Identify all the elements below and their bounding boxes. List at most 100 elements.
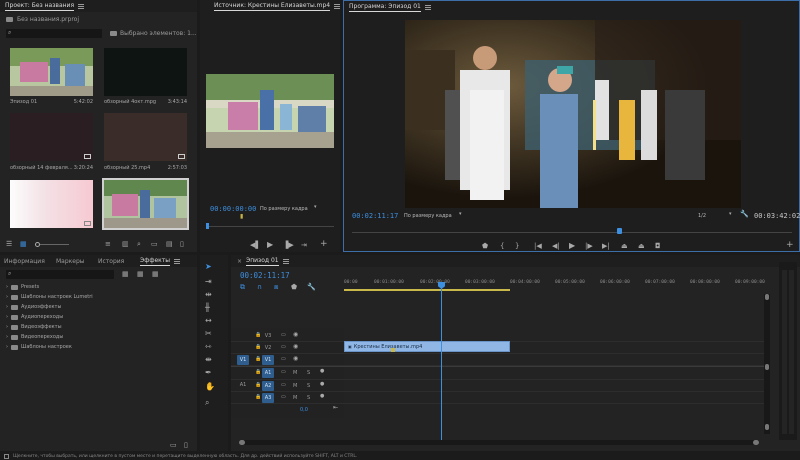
menu-icon[interactable] <box>78 3 85 9</box>
master-volume[interactable]: 0,0 <box>300 407 308 413</box>
sync-lock-icon[interactable]: ▭ <box>281 395 286 400</box>
scroll-handle[interactable] <box>765 294 769 300</box>
track-v1-label[interactable]: V1 <box>262 355 274 365</box>
bin-icon[interactable] <box>110 31 117 36</box>
mute-button[interactable]: M <box>293 370 297 376</box>
tab-markers[interactable]: Маркеры <box>56 258 98 265</box>
trash-icon[interactable]: ▯ <box>184 442 188 449</box>
scroll-handle-left[interactable] <box>239 440 245 445</box>
wrench-icon[interactable]: 🔧 <box>740 211 749 218</box>
solo-button[interactable]: S <box>307 370 310 376</box>
thumb-episode[interactable] <box>10 48 93 96</box>
step-back-icon[interactable]: ◀| <box>552 243 560 250</box>
menu-icon[interactable] <box>424 4 431 10</box>
program-playhead[interactable] <box>617 228 622 234</box>
sync-lock-icon[interactable]: ▭ <box>281 370 286 375</box>
program-fit-dropdown[interactable]: По размеру кадра <box>404 213 452 219</box>
lock-icon[interactable]: 🔒 <box>255 345 261 350</box>
play-icon[interactable]: ▶ <box>267 241 273 249</box>
timeline-playhead[interactable] <box>441 282 442 442</box>
go-to-out-icon[interactable]: ▶| <box>602 243 610 250</box>
slide-tool-icon[interactable]: ⇼ <box>205 355 212 364</box>
sync-lock-icon[interactable]: ▭ <box>281 383 286 388</box>
mark-in-icon[interactable]: { <box>500 243 504 250</box>
effects-folder-lumetri[interactable]: › Шаблоны настроек Lumetri <box>6 294 93 300</box>
quality-dropdown[interactable]: 1/2 <box>698 213 706 219</box>
sync-lock-icon[interactable]: ▭ <box>281 357 286 362</box>
menu-icon[interactable] <box>282 258 289 264</box>
voice-over-icon[interactable]: ● <box>320 382 324 387</box>
menu-icon[interactable] <box>174 258 180 264</box>
project-panel-title[interactable]: Проект: Без названия <box>5 2 75 11</box>
thumb-clip-6-selected[interactable] <box>102 178 189 230</box>
zoom-slider-handle[interactable] <box>35 242 40 247</box>
track-v2-label[interactable]: V2 <box>262 343 274 353</box>
thumb-clip-5[interactable] <box>10 180 93 228</box>
search-icon[interactable]: ⌕ <box>137 241 141 248</box>
program-scrubber[interactable] <box>352 228 792 234</box>
selection-tool-icon[interactable]: ➤ <box>205 262 212 271</box>
list-view-icon[interactable]: ☰ <box>6 241 12 248</box>
zoom-tool-icon[interactable]: ⌕ <box>205 398 209 408</box>
timeline-horizontal-scrollbar[interactable] <box>239 440 759 445</box>
source-fit-dropdown[interactable]: По размеру кадра <box>260 206 308 212</box>
pen-tool-icon[interactable]: ✒ <box>205 368 212 377</box>
overwrite-icon[interactable]: ⇥ <box>301 242 307 249</box>
lock-icon[interactable]: 🔒 <box>255 370 261 375</box>
new-bin-icon[interactable]: ▭ <box>170 442 177 449</box>
razor-tool-icon[interactable]: ✂ <box>205 329 212 338</box>
solo-button[interactable]: S <box>307 395 310 401</box>
sort-icon[interactable]: ≡ <box>105 241 111 248</box>
zoom-slider[interactable] <box>35 242 69 247</box>
program-title[interactable]: Программа: Эпизод 01 <box>349 3 421 12</box>
eye-icon[interactable]: ◉ <box>293 356 298 362</box>
tab-history[interactable]: История <box>98 258 140 265</box>
timeline-title[interactable]: Эпизод 01 <box>246 257 279 266</box>
magnet-icon[interactable]: ∩ <box>257 284 262 291</box>
effects-folder-video-effects[interactable]: › Видеоэффекты <box>6 324 62 330</box>
lock-icon[interactable]: 🔒 <box>255 383 261 388</box>
lock-icon[interactable]: 🔒 <box>255 395 261 400</box>
hand-tool-icon[interactable]: ✋ <box>205 382 215 391</box>
thumb-clip-3[interactable] <box>10 113 93 161</box>
scroll-handle[interactable] <box>765 424 769 430</box>
mute-button[interactable]: M <box>293 383 297 389</box>
step-back-icon[interactable]: ◀▌ <box>250 242 261 249</box>
project-search-input[interactable]: ⌕ <box>6 29 102 38</box>
automate-icon[interactable]: ▥ <box>122 241 129 248</box>
source-title[interactable]: Источник: Крестины Елизаветы.mp4 <box>214 2 331 11</box>
add-icon[interactable]: + <box>320 240 328 249</box>
source-timecode[interactable]: 00:00:00:00 <box>210 205 256 213</box>
source-patch-a1[interactable]: A1 <box>237 380 249 390</box>
yuv-effects-icon[interactable]: ▦ <box>152 271 159 278</box>
extract-icon[interactable]: ⏏ <box>638 243 645 250</box>
source-patch-v1[interactable]: V1 <box>237 355 249 365</box>
track-v3-label[interactable]: V3 <box>262 331 274 341</box>
ripple-edit-tool-icon[interactable]: ⇹ <box>205 290 212 299</box>
linked-selection-icon[interactable]: ⧈ <box>274 284 278 291</box>
chevron-down-icon[interactable]: ▾ <box>314 205 317 210</box>
add-icon[interactable]: + <box>786 241 794 250</box>
program-timecode[interactable]: 00:02:11:17 <box>352 212 398 220</box>
thumb-clip-2[interactable] <box>104 48 187 96</box>
effects-folder-templates[interactable]: › Шаблоны настроек <box>6 344 72 350</box>
go-to-in-icon[interactable]: |◀ <box>534 243 542 250</box>
new-item-icon[interactable]: ▤ <box>166 241 173 248</box>
chevron-down-icon[interactable]: ▾ <box>729 212 732 217</box>
thumb-clip-4[interactable] <box>104 113 187 161</box>
solo-button[interactable]: S <box>307 383 310 389</box>
menu-icon[interactable] <box>334 3 340 9</box>
accelerated-effects-icon[interactable]: ▦ <box>122 271 129 278</box>
camera-icon[interactable]: ◘ <box>655 243 661 250</box>
32bit-effects-icon[interactable]: ▦ <box>137 271 144 278</box>
mark-out-icon[interactable]: } <box>515 243 519 250</box>
slip-tool-icon[interactable]: ⇿ <box>205 342 212 351</box>
effects-folder-video-transitions[interactable]: › Видеопереходы <box>6 334 63 340</box>
step-forward-icon[interactable]: ▐▶ <box>283 242 294 249</box>
scroll-handle-right[interactable] <box>753 440 759 445</box>
eye-icon[interactable]: ◉ <box>293 344 298 350</box>
eye-icon[interactable]: ◉ <box>293 332 298 338</box>
timeline-vertical-scrollbar[interactable] <box>764 294 770 434</box>
rolling-edit-tool-icon[interactable]: ╫ <box>205 303 210 312</box>
trash-icon[interactable]: ▯ <box>180 241 184 248</box>
